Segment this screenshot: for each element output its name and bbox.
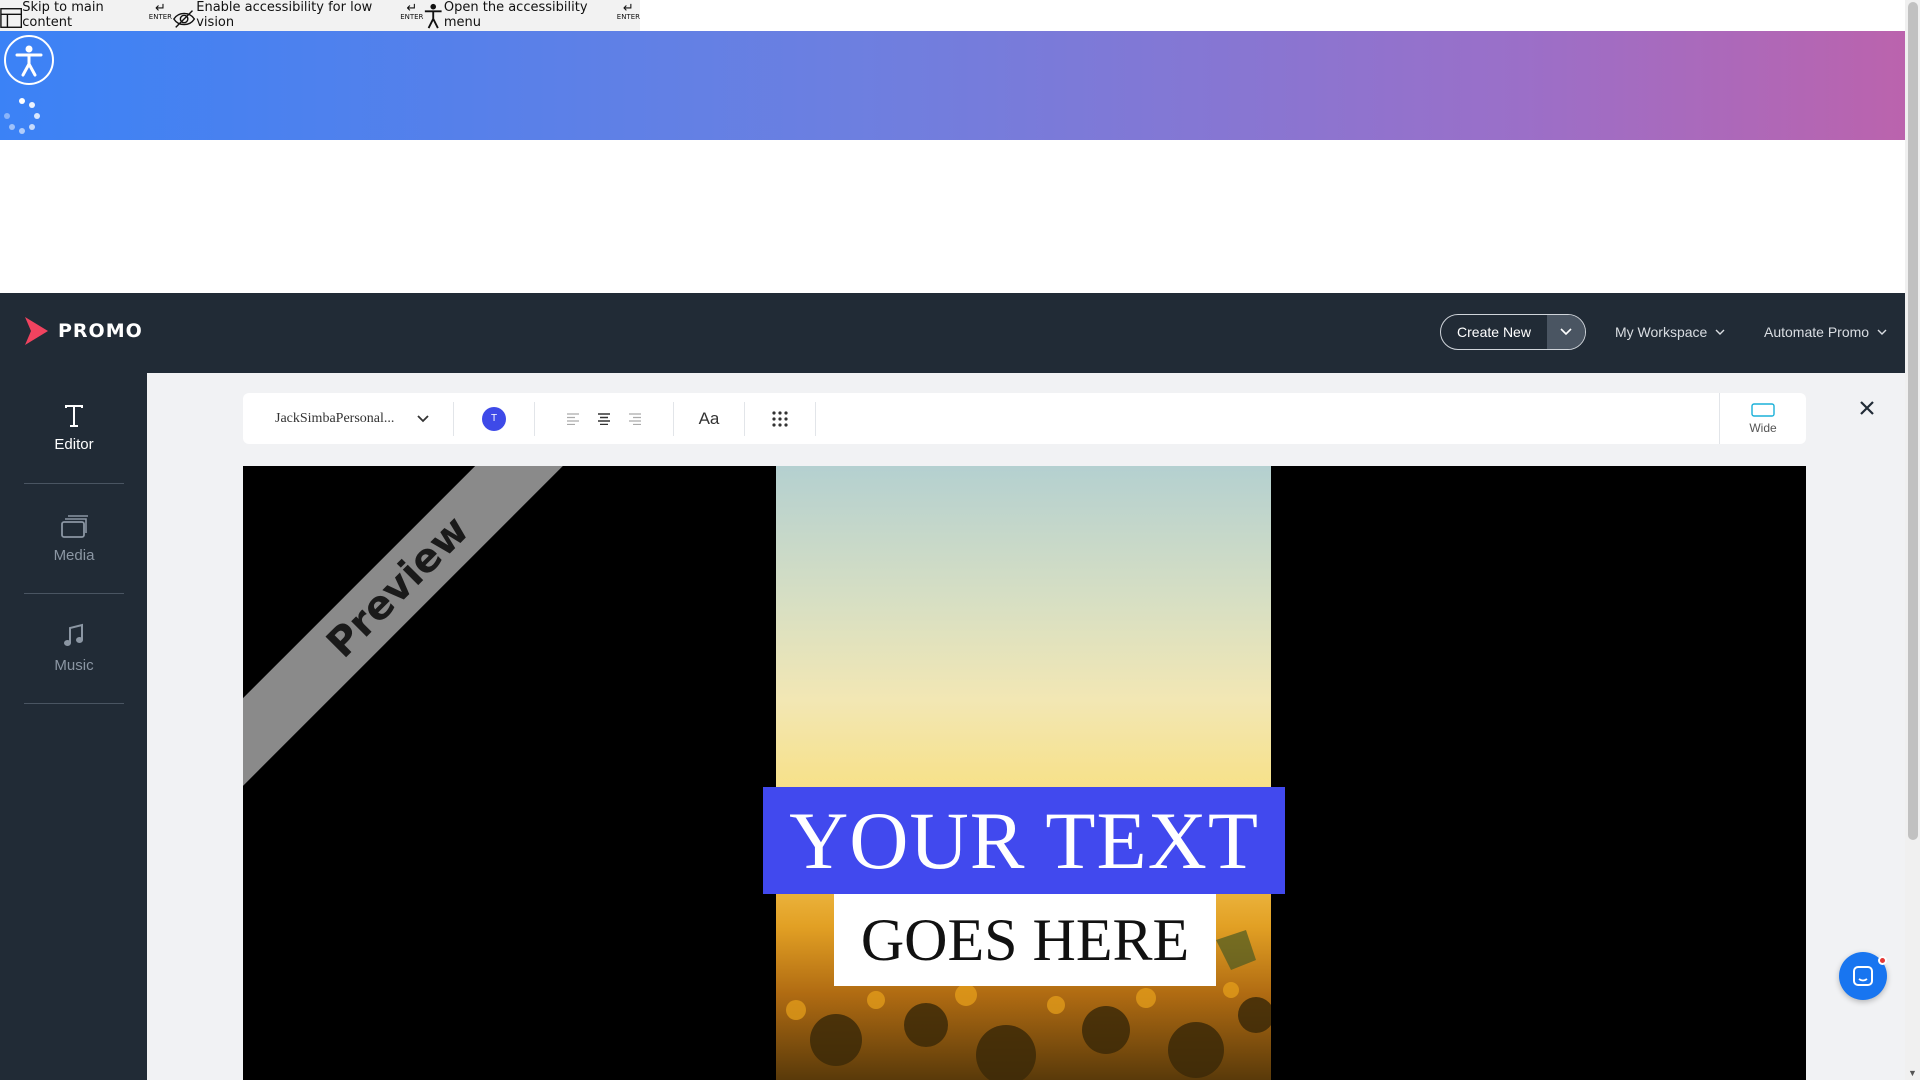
watermark-text: Preview [318, 507, 478, 667]
sunflower-background-image [776, 466, 1271, 1080]
top-banner [0, 31, 1905, 140]
promo-play-icon [25, 317, 48, 345]
create-new-button[interactable]: Create New [1440, 314, 1586, 350]
layout-icon [0, 8, 23, 28]
logo-text: PROMO [58, 320, 143, 342]
enter-key-hint: ↵ ENTER [400, 1, 424, 21]
font-name: JackSimbaPersonal... [275, 410, 395, 426]
text-color-picker[interactable]: T [454, 393, 534, 444]
page-scrollbar[interactable]: ▼ [1905, 0, 1920, 1080]
skip-to-main-link[interactable]: Skip to main content ↵ ENTER [0, 0, 172, 31]
loading-spinner-icon [4, 98, 40, 134]
toolbar-divider [815, 401, 816, 436]
text-color-swatch: T [482, 406, 506, 431]
sidebar-item-media[interactable]: Media [24, 483, 124, 594]
chevron-down-icon [1877, 329, 1887, 335]
text-size-label: Aa [698, 408, 720, 428]
eye-off-icon [173, 10, 196, 28]
chat-icon [1853, 966, 1873, 986]
preview-watermark: Preview [243, 466, 597, 786]
create-new-label: Create New [1457, 324, 1531, 340]
low-vision-link[interactable]: Enable accessibility for low vision ↵ ENT… [172, 0, 423, 31]
close-icon[interactable] [1859, 400, 1875, 416]
aspect-label: Wide [1749, 420, 1777, 435]
skip-links-bar: Skip to main content ↵ ENTER Enable acces… [0, 0, 640, 31]
person-icon [425, 3, 443, 29]
accessibility-menu-link[interactable]: Open the accessibility menu ↵ ENTER [423, 0, 640, 31]
sidebar-item-label: Music [54, 656, 94, 674]
enter-key-hint: ↵ ENTER [616, 1, 640, 21]
notification-badge [1878, 956, 1887, 965]
alignment-group [535, 393, 673, 444]
editor-sidebar: Editor Media Music [0, 373, 147, 1080]
grid-dots-icon [772, 410, 788, 427]
align-right-icon[interactable] [628, 412, 642, 425]
editor-workspace: JackSimbaPersonal... T Aa Wide Preview Y… [147, 373, 1905, 1080]
text-toolbar: JackSimbaPersonal... T Aa Wide [243, 393, 1806, 444]
my-workspace-menu[interactable]: My Workspace [1615, 324, 1725, 340]
sidebar-item-label: Editor [54, 435, 94, 453]
create-new-dropdown[interactable] [1547, 315, 1585, 349]
video-preview: Preview YOUR TEXT GOES HERE [243, 466, 1806, 1080]
promo-app: PROMO Create New My Workspace Automate P… [0, 293, 1905, 1080]
sidebar-item-editor[interactable]: Editor [24, 373, 124, 484]
nav-label: Automate Promo [1764, 324, 1870, 340]
automate-promo-menu[interactable]: Automate Promo [1764, 324, 1887, 340]
top-navigation: PROMO Create New My Workspace Automate P… [0, 293, 1905, 373]
promo-logo[interactable]: PROMO [22, 315, 143, 347]
layout-grid-button[interactable] [745, 393, 815, 444]
scroll-down-arrow-icon[interactable]: ▼ [1908, 1068, 1917, 1078]
chevron-down-icon [1560, 328, 1572, 336]
accessibility-button[interactable] [4, 35, 54, 85]
media-icon [61, 514, 88, 538]
enter-key-hint: ↵ ENTER [148, 1, 173, 21]
align-center-icon[interactable] [597, 412, 611, 425]
chevron-down-icon [417, 414, 429, 422]
font-select[interactable]: JackSimbaPersonal... [243, 411, 453, 427]
wide-aspect-icon [1751, 402, 1775, 417]
nav-label: My Workspace [1615, 324, 1708, 340]
headline-text-line-2[interactable]: GOES HERE [834, 894, 1216, 986]
align-left-icon[interactable] [566, 412, 580, 425]
chevron-down-icon [1715, 329, 1725, 335]
text-size-button[interactable]: Aa [674, 393, 744, 444]
music-icon [64, 623, 83, 646]
skip-link-label: Skip to main content [22, 0, 104, 30]
sidebar-item-music[interactable]: Music [24, 593, 124, 704]
headline-text-line-1[interactable]: YOUR TEXT [763, 787, 1285, 894]
aspect-wide-button[interactable]: Wide [1719, 393, 1806, 444]
scrollbar-thumb[interactable] [1908, 2, 1918, 840]
text-icon [65, 404, 83, 427]
skip-link-label: Enable accessibility for low vision [196, 0, 373, 30]
accessibility-icon [15, 45, 43, 77]
skip-link-label: Open the accessibility menu [443, 0, 588, 30]
sidebar-item-label: Media [53, 546, 95, 564]
